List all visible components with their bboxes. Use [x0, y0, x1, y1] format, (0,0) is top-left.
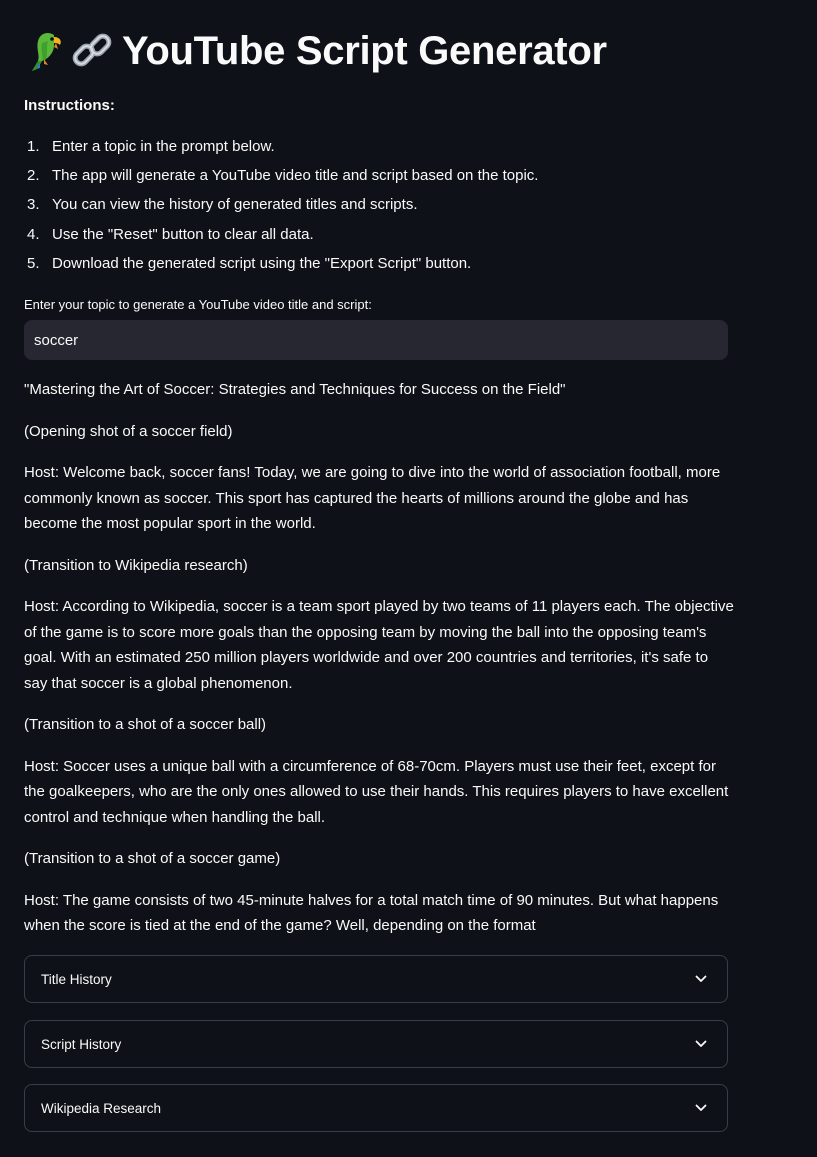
- list-item: 3. You can view the history of generated …: [24, 196, 538, 225]
- topic-input-label: Enter your topic to generate a YouTube v…: [24, 297, 372, 312]
- wikipedia-research-expander[interactable]: Wikipedia Research: [24, 1084, 728, 1132]
- step-text: Download the generated script using the …: [52, 254, 472, 272]
- step-text: Use the "Reset" button to clear all data…: [52, 225, 314, 243]
- chevron-down-icon: [695, 1040, 707, 1048]
- expander-label: Title History: [41, 971, 112, 987]
- script-paragraph: Host: The game consists of two 45-minute…: [24, 891, 719, 935]
- expander-label: Wikipedia Research: [41, 1100, 162, 1116]
- script-paragraph: (Transition to a shot of a soccer ball): [24, 716, 267, 733]
- title-icons: [24, 29, 116, 73]
- script-paragraph: (Transition to a shot of a soccer game): [24, 850, 281, 867]
- topic-input[interactable]: [24, 320, 728, 360]
- step-text: Enter a topic in the prompt below.: [52, 138, 275, 155]
- step-number: 5.: [27, 254, 40, 272]
- list-item: 1. Enter a topic in the prompt below.: [24, 138, 538, 167]
- page-title: YouTube Script Generator: [122, 28, 607, 73]
- list-item: 5. Download the generated script using th…: [24, 255, 538, 284]
- link-emoji-icon: [72, 33, 112, 67]
- chevron-down-icon: [695, 975, 707, 983]
- step-number: 3.: [27, 196, 40, 214]
- step-number: 4.: [27, 225, 40, 243]
- script-paragraph: Host: Welcome back, soccer fans! Today, …: [24, 464, 721, 532]
- script-paragraph: (Opening shot of a soccer field): [24, 422, 233, 440]
- expander-label: Script History: [41, 1036, 122, 1052]
- script-paragraph: (Transition to Wikipedia research): [24, 556, 248, 574]
- script-paragraph: Host: According to Wikipedia, soccer is …: [24, 598, 734, 692]
- step-text: You can view the history of generated ti…: [52, 196, 418, 214]
- title-row: YouTube Script Generator: [24, 26, 607, 76]
- step-text: The app will generate a YouTube video ti…: [52, 167, 539, 185]
- script-history-expander[interactable]: Script History: [24, 1020, 728, 1068]
- step-number: 2.: [27, 167, 40, 185]
- instructions-list: 1. Enter a topic in the prompt below. 2. T…: [24, 138, 538, 284]
- chevron-down-icon: [695, 1104, 707, 1112]
- script-paragraph: Host: Soccer uses a unique ball with a c…: [24, 757, 729, 826]
- list-item: 2. The app will generate a YouTube video …: [24, 167, 538, 196]
- parrot-emoji-icon: [32, 33, 61, 71]
- instructions-label: Instructions:: [24, 97, 115, 114]
- step-number: 1.: [27, 138, 40, 155]
- generated-script: "Mastering the Art of Soccer: Strategies…: [24, 377, 734, 955]
- app-root: YouTube Script Generator Instructions: 1…: [0, 0, 817, 1157]
- script-title: "Mastering the Art of Soccer: Strategies…: [24, 381, 566, 398]
- title-history-expander[interactable]: Title History: [24, 955, 728, 1003]
- list-item: 4. Use the "Reset" button to clear all da…: [24, 226, 538, 255]
